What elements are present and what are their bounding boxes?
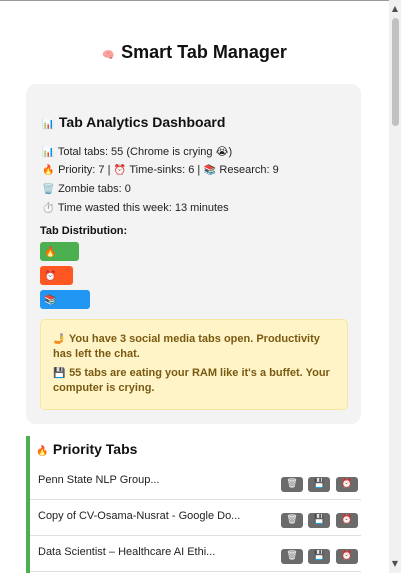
brain-icon: 🧠	[102, 50, 115, 61]
app-title-text: Smart Tab Manager	[121, 42, 287, 62]
distribution-bar-research: 📚	[40, 290, 90, 309]
warning-social: 🤳 You have 3 social media tabs open. Pro…	[53, 332, 335, 361]
delete-tab-button[interactable]: 🗑	[281, 477, 303, 492]
stat-total-text: Total tabs: 55 (Chrome is crying 😭)	[57, 146, 233, 158]
fire-icon: 🔥	[36, 446, 49, 457]
analytics-dashboard: 📊 Tab Analytics Dashboard 📊 Total tabs: …	[26, 84, 361, 424]
snooze-tab-button[interactable]: ⏰	[335, 513, 358, 528]
tab-title[interactable]: Data Scientist – Healthcare AI Ethi...	[38, 546, 215, 558]
stat-priority-text: Priority: 7 |	[58, 164, 111, 176]
distribution-bar-priority: 🔥	[40, 242, 79, 261]
chart-icon: 📊	[42, 119, 55, 130]
scroll-down-icon[interactable]: ▼	[391, 559, 399, 569]
priority-title-text: Priority Tabs	[52, 441, 138, 457]
alarm-clock-icon: ⏰	[44, 271, 57, 282]
fire-icon: 🔥	[42, 165, 55, 176]
distribution-title: Tab Distribution:	[40, 225, 128, 237]
stopwatch-icon: ⏱️	[42, 203, 55, 214]
dashboard-title-text: Tab Analytics Dashboard	[58, 114, 226, 130]
selfie-icon: 🤳	[53, 334, 66, 345]
warning-ram-text: 55 tabs are eating your RAM like it's a …	[53, 367, 330, 394]
stat-zombie-tabs: 🗑️ Zombie tabs: 0	[42, 183, 131, 195]
stat-timesink-text: Time-sinks: 6 |	[129, 164, 201, 176]
tab-row[interactable]: Copy of CV-Osama-Nusrat - Google Do... 🗑…	[30, 500, 361, 536]
app-title: 🧠 Smart Tab Manager	[0, 42, 389, 63]
dashboard-title: 📊 Tab Analytics Dashboard	[42, 114, 225, 130]
save-tab-button[interactable]: 💾	[308, 549, 331, 564]
stat-zombie-text: Zombie tabs: 0	[58, 183, 131, 195]
delete-tab-button[interactable]: 🗑	[281, 549, 303, 564]
save-tab-button[interactable]: 💾	[308, 477, 331, 492]
tab-actions: 🗑 💾 ⏰	[281, 545, 359, 564]
tab-actions: 🗑 💾 ⏰	[281, 509, 359, 528]
save-tab-button[interactable]: 💾	[308, 513, 331, 528]
tab-actions: 🗑 💾 ⏰	[281, 473, 359, 492]
stat-time-wasted: ⏱️ Time wasted this week: 13 minutes	[42, 202, 229, 214]
snooze-tab-button[interactable]: ⏰	[335, 477, 358, 492]
books-icon: 📚	[203, 165, 217, 176]
snooze-tab-button[interactable]: ⏰	[335, 549, 358, 564]
scroll-thumb[interactable]	[392, 18, 399, 126]
stat-research-text: Research: 9	[219, 164, 279, 176]
vertical-scrollbar[interactable]: ▲ ▼	[389, 0, 401, 573]
window-top-border	[0, 0, 389, 1]
stat-total-tabs: 📊 Total tabs: 55 (Chrome is crying 😭)	[42, 145, 232, 158]
priority-tabs-section: 🔥 Priority Tabs Penn State NLP Group... …	[26, 436, 361, 573]
books-icon: 📚	[44, 295, 57, 306]
alarm-clock-icon: ⏰	[113, 165, 127, 176]
stat-categories: 🔥 Priority: 7 | ⏰ Time-sinks: 6 | 📚 Rese…	[42, 164, 279, 176]
tab-title[interactable]: Copy of CV-Osama-Nusrat - Google Do...	[38, 510, 240, 522]
tab-row[interactable]: Penn State NLP Group... 🗑 💾 ⏰	[30, 464, 361, 500]
priority-tabs-title: 🔥 Priority Tabs	[36, 441, 137, 457]
scroll-up-icon[interactable]: ▲	[391, 4, 399, 14]
stat-wasted-text: Time wasted this week: 13 minutes	[57, 202, 229, 214]
warning-social-text: You have 3 social media tabs open. Produ…	[53, 333, 320, 360]
fire-icon: 🔥	[44, 247, 57, 258]
tab-title[interactable]: Penn State NLP Group...	[38, 474, 159, 486]
tab-row[interactable]: Data Scientist – Healthcare AI Ethi... 🗑…	[30, 536, 361, 572]
warning-ram: 💾 55 tabs are eating your RAM like it's …	[53, 366, 335, 395]
distribution-bar-timesinks: ⏰	[40, 266, 73, 285]
warning-box: 🤳 You have 3 social media tabs open. Pro…	[40, 319, 348, 410]
delete-tab-button[interactable]: 🗑	[281, 513, 303, 528]
trash-icon: 🗑️	[42, 184, 55, 195]
floppy-disk-icon: 💾	[53, 368, 66, 379]
chart-icon: 📊	[42, 147, 55, 158]
